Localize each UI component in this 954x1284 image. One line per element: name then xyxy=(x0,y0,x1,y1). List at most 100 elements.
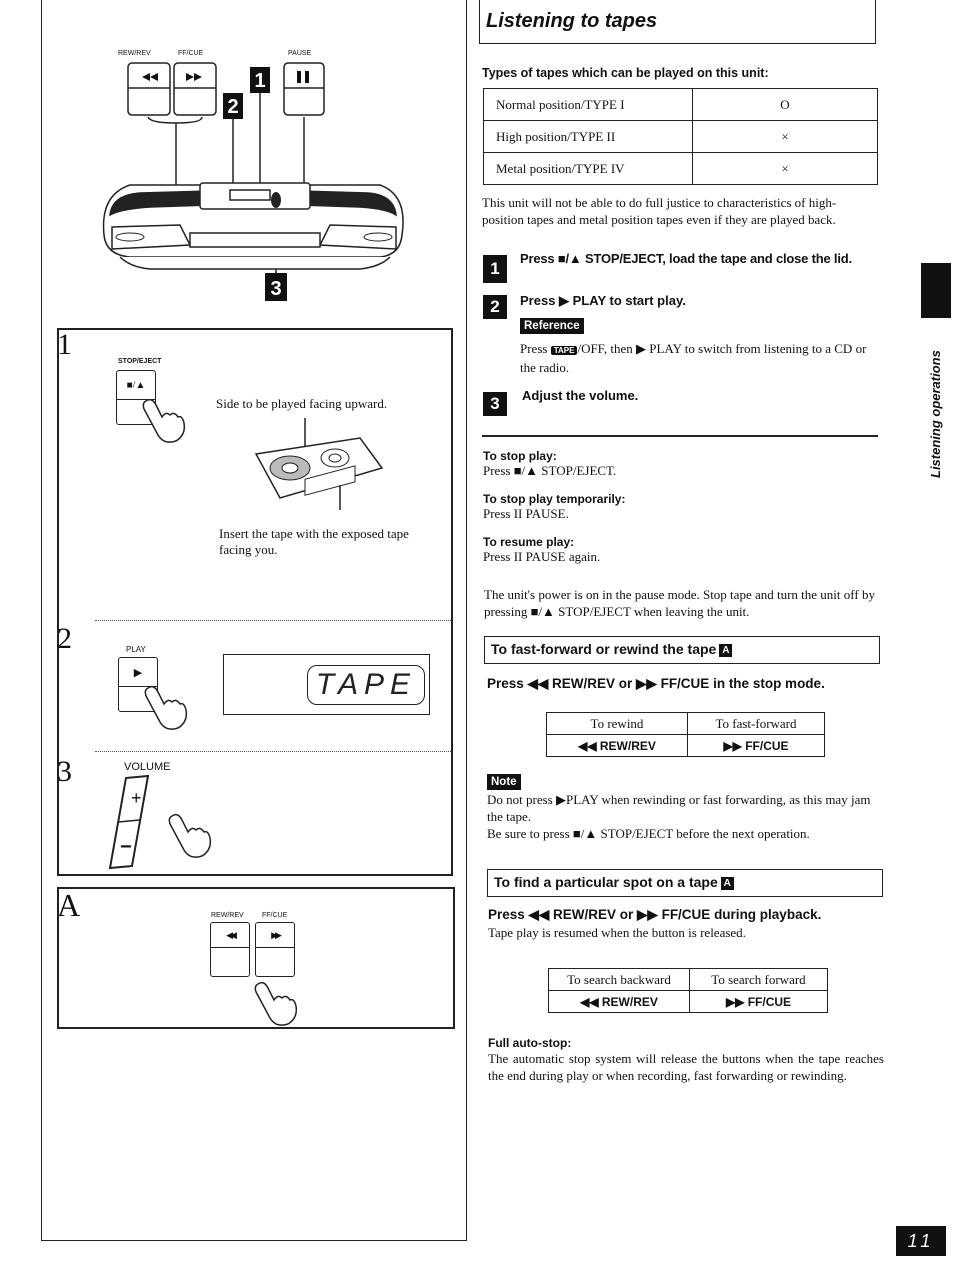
pressing-hand-icon xyxy=(142,398,186,443)
table-row: To rewind To fast-forward xyxy=(546,712,825,735)
note-text-2: Be sure to press ■/▲ STOP/EJECT before t… xyxy=(487,826,810,841)
tape-type-cell: Metal position/TYPE IV xyxy=(483,152,693,185)
step-1-badge: 1 xyxy=(483,255,507,283)
table-row: ◀◀ REW/REV ▶▶ FF/CUE xyxy=(546,734,825,757)
page-number: 11 xyxy=(896,1226,946,1256)
volume-control-drawing xyxy=(108,774,150,870)
tip-text: Press ■/▲ STOP/EJECT. xyxy=(483,463,617,478)
table-header: To rewind xyxy=(546,712,688,735)
pressing-hand-icon xyxy=(144,685,188,730)
table-row: Normal position/TYPE I O xyxy=(483,88,878,121)
section-divider xyxy=(482,435,878,437)
step-1-text: Press ■/▲ STOP/EJECT, load the tape and … xyxy=(520,251,852,266)
lcd-display-text: TAPE xyxy=(306,665,425,705)
find-spot-instruction: Press ◀◀ REW/REV or ▶▶ FF/CUE during pla… xyxy=(488,907,822,922)
pressing-hand-icon xyxy=(254,981,298,1026)
note-label: Note xyxy=(487,774,521,790)
label-pause: PAUSE xyxy=(288,50,312,57)
auto-stop-title: Full auto-stop: xyxy=(488,1036,572,1050)
step-3-badge: 3 xyxy=(483,392,507,416)
find-spot-badge: A xyxy=(720,877,734,890)
reference-pre: Press xyxy=(520,341,548,356)
tape-types-table: Normal position/TYPE I O High position/T… xyxy=(483,88,878,185)
callout-1: 1 xyxy=(254,70,265,92)
a-rew-label: REW/REV xyxy=(211,912,244,919)
table-cell: ▶▶ FF/CUE xyxy=(689,990,828,1013)
tip-text: Press II PAUSE. xyxy=(483,506,569,521)
caption-insert-tape: Insert the tape with the exposed tape fa… xyxy=(219,526,409,557)
tip-title: To stop play: xyxy=(483,449,557,463)
a-ff-button-drawing: ▶▶ xyxy=(255,922,295,977)
page-title-box: Listening to tapes xyxy=(479,0,876,44)
support-cell: × xyxy=(692,120,878,153)
pressing-hand-icon xyxy=(168,813,212,858)
play-label: PLAY xyxy=(126,645,146,654)
side-tab-label: Listening operations xyxy=(928,350,943,478)
label-rew-rev: REW/REV xyxy=(118,50,151,57)
step-divider-2 xyxy=(95,751,451,752)
callout-3: 3 xyxy=(270,278,281,300)
table-header: To search backward xyxy=(548,968,690,991)
tips-list: To stop play: Press ■/▲ STOP/EJECT. To s… xyxy=(483,449,879,565)
step-3-text: Adjust the volume. xyxy=(522,388,639,403)
tape-type-cell: High position/TYPE II xyxy=(483,120,693,153)
table-row: Metal position/TYPE IV × xyxy=(483,152,878,185)
device-illustration: 2 1 3 REW/REV FF/CUE PAUSE xyxy=(90,45,420,310)
auto-stop-text: The automatic stop system will release t… xyxy=(488,1051,884,1083)
table-row: To search backward To search forward xyxy=(548,968,828,991)
illustration-badge-2: 2 xyxy=(57,622,72,655)
step-2-text: Press ▶ PLAY to start play. xyxy=(520,293,686,308)
callout-2: 2 xyxy=(227,96,238,118)
table-cell: ▶▶ FF/CUE xyxy=(687,734,825,757)
illustration-badge-3: 3 xyxy=(57,755,72,788)
fast-forward-badge: A xyxy=(719,644,733,657)
table-header: To fast-forward xyxy=(687,712,825,735)
tip-item: To stop play temporarily: Press II PAUSE… xyxy=(483,492,879,522)
tape-types-heading: Types of tapes which can be played on th… xyxy=(482,66,769,80)
fast-forward-heading-box: To fast-forward or rewind the tape A xyxy=(484,636,880,664)
table-row: ◀◀ REW/REV ▶▶ FF/CUE xyxy=(548,990,828,1013)
tip-item: To resume play: Press II PAUSE again. xyxy=(483,535,879,565)
illustration-badge-a: A xyxy=(57,887,81,923)
note-text-1: Do not press ▶PLAY when rewinding or fas… xyxy=(487,792,871,824)
tip-title: To resume play: xyxy=(483,535,575,549)
step-divider-1 xyxy=(95,620,451,621)
a-ff-label: FF/CUE xyxy=(262,912,288,919)
a-rew-button-drawing: ◀◀ xyxy=(210,922,250,977)
rew-symbol: ◀◀ xyxy=(211,923,249,948)
fast-forward-instruction: Press ◀◀ REW/REV or ▶▶ FF/CUE in the sto… xyxy=(487,676,825,691)
tape-type-cell: Normal position/TYPE I xyxy=(483,88,693,121)
volume-plus-icon: + xyxy=(131,788,142,808)
fast-forward-table: To rewind To fast-forward ◀◀ REW/REV ▶▶ … xyxy=(546,712,825,757)
find-spot-heading-box: To find a particular spot on a tape A xyxy=(487,869,883,897)
reference-text: Press TAPE/OFF, then ▶ PLAY to switch fr… xyxy=(520,340,880,376)
side-tab-marker xyxy=(921,263,951,318)
step-2-badge: 2 xyxy=(483,295,507,319)
tape-key-icon: TAPE xyxy=(550,346,578,355)
table-cell: ◀◀ REW/REV xyxy=(548,990,690,1013)
page-title: Listening to tapes xyxy=(486,10,658,32)
tip-text: Press II PAUSE again. xyxy=(483,549,601,564)
illustration-badge-1: 1 xyxy=(57,328,72,361)
find-spot-table: To search backward To search forward ◀◀ … xyxy=(548,968,828,1013)
find-spot-heading: To find a particular spot on a tape xyxy=(494,874,718,890)
fast-forward-heading: To fast-forward or rewind the tape xyxy=(491,641,717,657)
cassette-tape-drawing xyxy=(254,418,384,510)
volume-minus-icon: − xyxy=(120,836,132,858)
reference-label: Reference xyxy=(520,318,584,334)
boombox-drawing: 2 1 3 xyxy=(102,62,404,301)
find-spot-sub: Tape play is resumed when the button is … xyxy=(488,925,746,940)
pause-note: The unit's power is on in the pause mode… xyxy=(484,587,875,619)
table-header: To search forward xyxy=(689,968,828,991)
tip-title: To stop play temporarily: xyxy=(483,492,626,506)
label-ff-cue: FF/CUE xyxy=(178,50,204,57)
lcd-display: TAPE xyxy=(223,654,430,715)
ff-symbol: ▶▶ xyxy=(256,923,294,948)
support-cell: O xyxy=(692,88,878,121)
tape-types-note: This unit will not be able to do full ju… xyxy=(482,195,837,227)
table-row: High position/TYPE II × xyxy=(483,120,878,153)
support-cell: × xyxy=(692,152,878,185)
table-cell: ◀◀ REW/REV xyxy=(546,734,688,757)
tip-item: To stop play: Press ■/▲ STOP/EJECT. xyxy=(483,449,879,479)
stop-eject-label: STOP/EJECT xyxy=(118,358,162,365)
